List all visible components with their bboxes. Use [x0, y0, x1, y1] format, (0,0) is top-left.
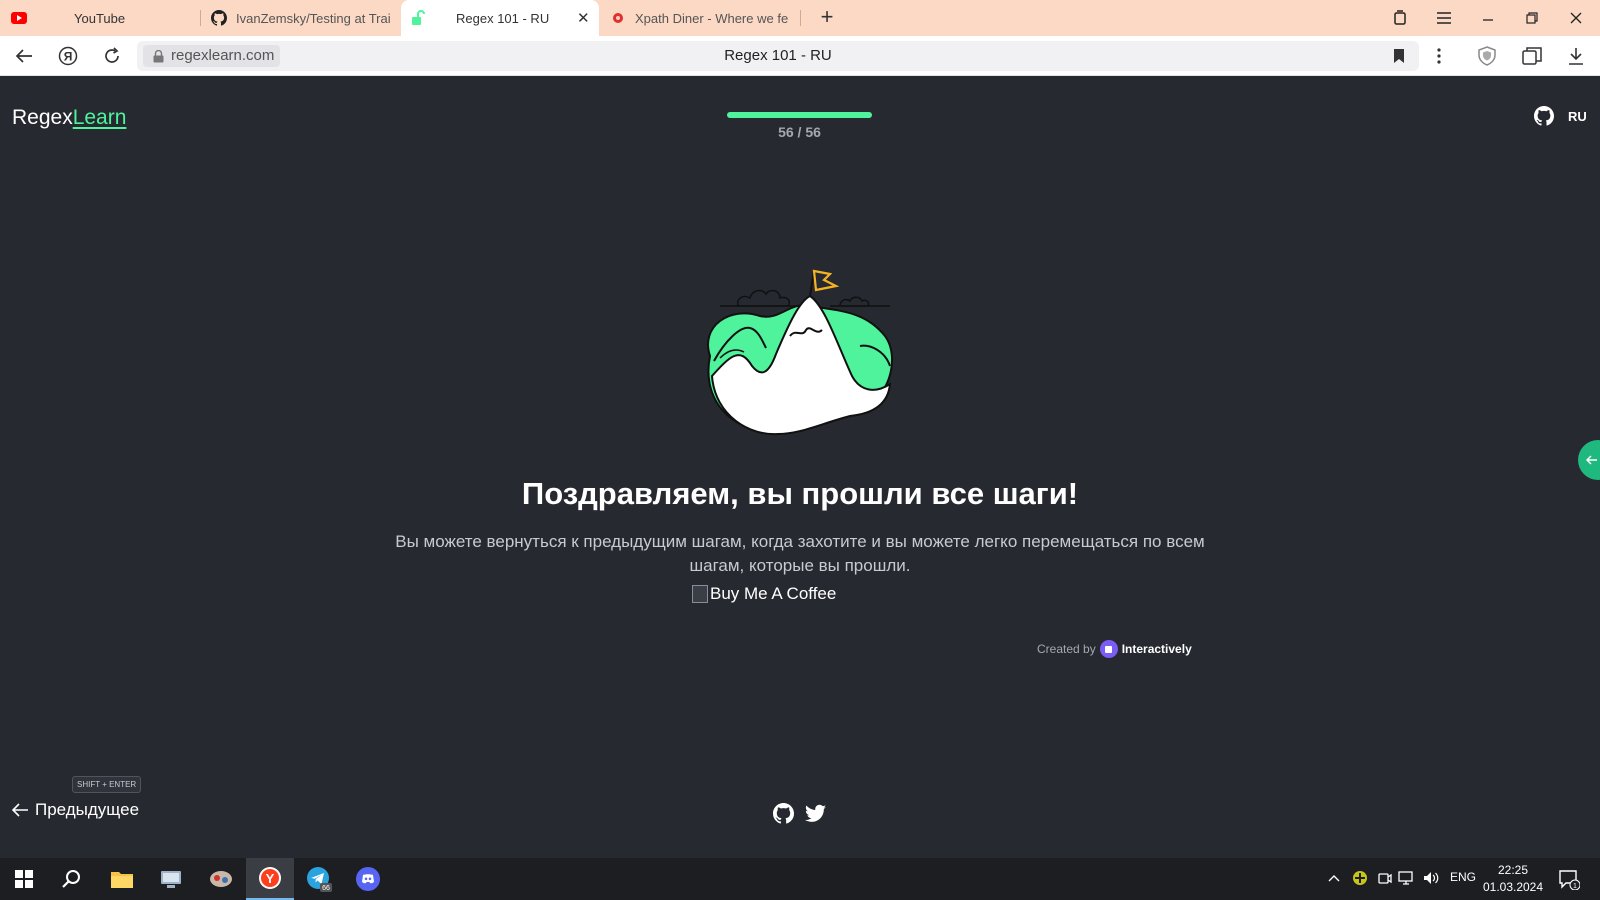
page-title-label: Regex 101 - RU: [724, 47, 832, 64]
taskbar-telegram[interactable]: 66: [295, 858, 343, 900]
discord-icon: [356, 867, 380, 891]
tabs-panel-icon[interactable]: [1388, 6, 1412, 30]
close-window-icon[interactable]: [1564, 6, 1588, 30]
broken-image-icon: [692, 585, 708, 603]
tab-youtube[interactable]: YouTube: [0, 0, 200, 36]
windows-taskbar: Y 66 ENG 22:25 01.03.2024 1: [0, 858, 1600, 900]
yandex-browser-icon: Y: [259, 867, 281, 889]
congrats-description: Вы можете вернуться к предыдущим шагам, …: [395, 532, 1205, 575]
system-clock[interactable]: 22:25 01.03.2024: [1475, 862, 1551, 896]
collections-icon[interactable]: [1520, 44, 1544, 68]
folder-icon: [111, 872, 133, 888]
tab-title: Regex 101 - RU: [456, 10, 550, 26]
progress-bar: [727, 112, 872, 118]
taskbar-app-game[interactable]: [197, 858, 245, 900]
tab-title: Xpath Diner - Where we fe: [635, 10, 789, 26]
telegram-badge: 66: [322, 885, 330, 892]
twitter-icon[interactable]: [805, 804, 826, 823]
youtube-icon: [11, 10, 27, 26]
computer-icon: [161, 871, 181, 888]
regexlearn-logo[interactable]: RegexLearn: [12, 106, 126, 130]
tab-divider: [800, 10, 801, 26]
mountain-flag-illustration: [707, 269, 894, 436]
language-selector[interactable]: RU: [1568, 109, 1587, 124]
bookmark-icon[interactable]: [1393, 48, 1405, 64]
regexlearn-page: RegexLearn 56 / 56 RU Поздравляем, вы пр…: [0, 76, 1600, 858]
tab-title: YouTube: [74, 10, 126, 26]
url-field[interactable]: regexlearn.com Regex 101 - RU: [137, 41, 1419, 71]
arrow-left-icon: [1586, 455, 1597, 465]
address-bar: Я regexlearn.com Regex 101 - RU: [0, 36, 1600, 76]
taskbar-file-explorer[interactable]: [98, 858, 146, 900]
side-panel-toggle[interactable]: [1578, 440, 1600, 480]
tab-xpath-diner[interactable]: Xpath Diner - Where we fe: [600, 0, 800, 36]
taskbar-yandex-browser[interactable]: Y: [246, 858, 294, 900]
tab-github[interactable]: IvanZemsky/Testing at Trai: [201, 0, 401, 36]
menu-icon[interactable]: [1432, 6, 1456, 30]
regexlearn-icon: [411, 10, 427, 26]
minimize-icon[interactable]: [1476, 6, 1500, 30]
arrow-left-icon: [12, 803, 28, 817]
new-tab-button[interactable]: +: [815, 6, 839, 30]
meet-now-icon[interactable]: [1377, 870, 1393, 886]
game-app-icon: [210, 871, 232, 887]
browser-tab-strip: YouTube IvanZemsky/Testing at Trai Regex…: [0, 0, 1600, 36]
downloads-icon[interactable]: [1564, 44, 1588, 68]
progress-bar-fill: [727, 112, 872, 118]
clock-date: 01.03.2024: [1482, 880, 1544, 894]
svg-text:Я: Я: [64, 50, 73, 64]
windows-icon: [15, 870, 33, 888]
search-button[interactable]: [48, 858, 96, 900]
progress-counter: 56 / 56: [778, 124, 821, 140]
back-icon[interactable]: [12, 44, 36, 68]
previous-step-button[interactable]: Предыдущее: [12, 800, 139, 820]
github-icon[interactable]: [1534, 106, 1554, 126]
yandex-icon[interactable]: Я: [56, 44, 80, 68]
github-icon: [211, 10, 227, 26]
congrats-heading: Поздравляем, вы прошли все шаги!: [521, 476, 1079, 511]
notification-badge: 1: [1573, 883, 1577, 890]
tab-regexlearn[interactable]: Regex 101 - RU ✕: [401, 0, 599, 36]
reload-icon[interactable]: [100, 44, 124, 68]
created-by-credit[interactable]: Created by Interactively: [1037, 640, 1192, 658]
logo-learn: Learn: [72, 106, 127, 129]
volume-icon[interactable]: [1422, 870, 1440, 886]
input-language[interactable]: ENG: [1450, 870, 1476, 884]
chevron-up-icon[interactable]: [1328, 874, 1340, 882]
clock-time: 22:25: [1497, 863, 1529, 877]
github-icon[interactable]: [773, 803, 794, 824]
notification-icon: 1: [1559, 870, 1581, 891]
taskbar-discord[interactable]: [344, 858, 392, 900]
xpath-diner-icon: [610, 10, 626, 26]
protect-shield-icon[interactable]: [1475, 44, 1499, 68]
start-button[interactable]: [0, 858, 48, 900]
taskbar-app-computer[interactable]: [147, 858, 195, 900]
interactively-brand: Interactively: [1121, 642, 1192, 656]
restore-icon[interactable]: [1520, 6, 1544, 30]
interactively-logo-icon: [1099, 640, 1118, 658]
keyboard-shortcut-hint: SHIFT + ENTER: [72, 776, 142, 793]
svg-text:Y: Y: [266, 871, 275, 886]
created-by-label: Created by: [1037, 642, 1096, 656]
notification-center[interactable]: 1: [1558, 868, 1581, 891]
buy-me-a-coffee-alt: Buy Me A Coffee: [710, 584, 837, 603]
search-icon: [62, 870, 80, 888]
buy-me-a-coffee-link[interactable]: Buy Me A Coffee: [692, 584, 836, 604]
previous-step-label: Предыдущее: [35, 800, 140, 819]
more-options-icon[interactable]: [1427, 44, 1451, 68]
tray-app-icon[interactable]: [1352, 870, 1368, 886]
telegram-icon: 66: [307, 867, 332, 892]
tab-title: IvanZemsky/Testing at Trai: [236, 10, 391, 26]
network-icon[interactable]: [1398, 870, 1416, 886]
logo-regex: Regex: [12, 106, 73, 129]
close-tab-icon[interactable]: ✕: [577, 9, 590, 27]
